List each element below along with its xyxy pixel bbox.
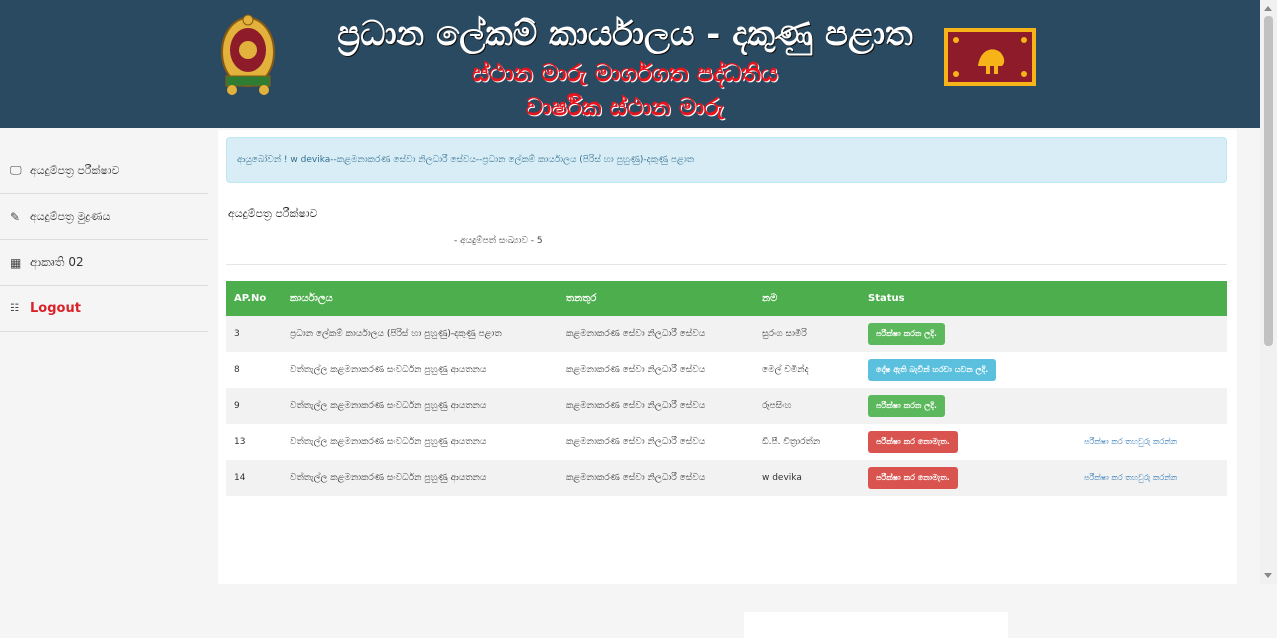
- cell-post: කළමනාකරණ සේවා නිලධාරී සේවය: [558, 424, 754, 460]
- sidebar-item-form-02[interactable]: ▦ ආකෘති 02: [0, 240, 208, 286]
- sidebar: 🖵 අයදුම්පත්‍ර පරීක්ෂාව ✎ අයදුම්පත්‍ර මුද…: [0, 148, 208, 332]
- sidebar-item-label: අයදුම්පත්‍ර පරීක්ෂාව: [30, 163, 120, 177]
- main-content: ආයුබෝවන් ! w devika--කළමනාකරණ සේවා නිලධා…: [218, 130, 1237, 638]
- cell-action: [1076, 352, 1227, 388]
- applications-table: AP.No කාර්යාලය තනතුර නම Status 3 ප්‍රධාන…: [226, 281, 1227, 496]
- transfer-type-title: වාර්ෂික ස්ථාන මාරු: [525, 92, 725, 121]
- logout-label: Logout: [30, 301, 81, 316]
- table-header-row: AP.No කාර්යාලය තනතුර නම Status: [226, 281, 1227, 316]
- scroll-down-icon[interactable]: [1264, 573, 1272, 578]
- column-header-office: කාර්යාලය: [282, 281, 558, 316]
- cell-name: ඩී.පී. චිත්‍රාරත්න: [754, 424, 860, 460]
- cell-ap-no: 13: [226, 424, 282, 460]
- status-not-checked-button[interactable]: පරීක්ෂා කර නොමැත.: [868, 467, 958, 489]
- cell-ap-no: 3: [226, 316, 282, 352]
- verify-link[interactable]: පරීක්ෂා කර තහවුරු කරන්න: [1084, 473, 1177, 482]
- cell-action: පරීක්ෂා කර තහවුරු කරන්න: [1076, 424, 1227, 460]
- scrollbar-thumb[interactable]: [1264, 16, 1273, 346]
- cell-status: පරීක්ෂා කරන ලදි.: [860, 316, 1076, 352]
- cell-post: කළමනාකරණ සේවා නිලධාරී සේවය: [558, 352, 754, 388]
- grid-icon: ☷: [10, 303, 19, 314]
- cell-office: වත්තැල්ල කළමනාකරණ සංවර්ධන පුහුණු ආයතනය: [282, 460, 558, 496]
- column-header-name: නම: [754, 281, 860, 316]
- column-header-post: තනතුර: [558, 281, 754, 316]
- cell-action: [1076, 388, 1227, 424]
- edit-icon: ✎: [10, 209, 21, 224]
- cell-post: කළමනාකරණ සේවා නිලධාරී සේවය: [558, 388, 754, 424]
- cell-name: මෙල් චමින්ද: [754, 352, 860, 388]
- section-title: අයදුම්පත්‍ර පරීක්ෂාව: [228, 207, 318, 220]
- scroll-up-icon[interactable]: [1264, 6, 1272, 11]
- table-row: 3 ප්‍රධාන ලේකම් කාර්යාලය (පිරිස් හා පුහු…: [226, 316, 1227, 352]
- sidebar-item-label: අයදුම්පත්‍ර මුද්‍රණය: [30, 209, 111, 223]
- column-header-ap-no: AP.No: [226, 281, 282, 316]
- welcome-text: ආයුබෝවන් ! w devika--කළමනාකරණ සේවා නිලධා…: [237, 155, 695, 165]
- page-title: ප්‍රධාන ලේකම් කාර්යාලය - දකුණු පළාත: [337, 14, 913, 54]
- divider: [226, 264, 1227, 265]
- sri-lanka-flag-icon: [944, 28, 1036, 86]
- table-row: 14 වත්තැල්ල කළමනාකරණ සංවර්ධන පුහුණු ආයතන…: [226, 460, 1227, 496]
- application-count: - අයදුම්පත් සංඛ්‍යාව - 5: [454, 236, 543, 246]
- verify-link[interactable]: පරීක්ෂා කර තහවුරු කරන්න: [1084, 437, 1177, 446]
- cell-ap-no: 9: [226, 388, 282, 424]
- cell-status: පරීක්ෂා කර නොමැත.: [860, 424, 1076, 460]
- cell-post: කළමනාකරණ සේවා නිලධාරී සේවය: [558, 316, 754, 352]
- cell-action: පරීක්ෂා කර තහවුරු කරන්න: [1076, 460, 1227, 496]
- column-header-action: [1076, 281, 1227, 316]
- sri-lanka-emblem-icon: [221, 14, 275, 95]
- cell-office: වත්තැල්ල කළමනාකරණ සංවර්ධන පුහුණු ආයතනය: [282, 424, 558, 460]
- cell-ap-no: 14: [226, 460, 282, 496]
- welcome-alert: ආයුබෝවන් ! w devika--කළමනාකරණ සේවා නිලධා…: [226, 137, 1227, 183]
- cell-name: රූපසිංහ: [754, 388, 860, 424]
- status-checked-button[interactable]: පරීක්ෂා කරන ලදි.: [868, 395, 945, 417]
- cell-office: වත්තැල්ල කළමනාකරණ සංවර්ධන පුහුණු ආයතනය: [282, 352, 558, 388]
- sidebar-item-logout[interactable]: ☷ Logout: [0, 286, 208, 332]
- cell-office: වත්තැල්ල කළමනාකරණ සංවර්ධන පුහුණු ආයතනය: [282, 388, 558, 424]
- cell-name: සුරංග සාමිරි: [754, 316, 860, 352]
- cell-action: [1076, 316, 1227, 352]
- sidebar-item-application-review[interactable]: 🖵 අයදුම්පත්‍ර පරීක්ෂාව: [0, 148, 208, 194]
- status-checked-button[interactable]: පරීක්ෂා කරන ලදි.: [868, 323, 945, 345]
- monitor-icon: 🖵: [10, 163, 22, 177]
- redaction-overlay: [744, 612, 1008, 638]
- vertical-scrollbar[interactable]: [1260, 0, 1277, 584]
- cell-status: දෝෂ ඇති බැවින් හරවා යවන ලදි.: [860, 352, 1076, 388]
- status-returned-button[interactable]: දෝෂ ඇති බැවින් හරවා යවන ලදි.: [868, 359, 997, 381]
- system-subtitle: ස්ථාන මාරු මාර්ගගත පද්ධතිය: [471, 58, 779, 87]
- cell-status: පරීක්ෂා කරන ලදි.: [860, 388, 1076, 424]
- sidebar-item-label: ආකෘති 02: [30, 255, 84, 269]
- cell-name: w devika: [754, 460, 860, 496]
- column-header-status: Status: [860, 281, 1076, 316]
- cell-post: කළමනාකරණ සේවා නිලධාරී සේවය: [558, 460, 754, 496]
- cell-office: ප්‍රධාන ලේකම් කාර්යාලය (පිරිස් හා පුහුණු…: [282, 316, 558, 352]
- status-not-checked-button[interactable]: පරීක්ෂා කර නොමැත.: [868, 431, 958, 453]
- cell-status: පරීක්ෂා කර නොමැත.: [860, 460, 1076, 496]
- table-icon: ▦: [10, 255, 22, 270]
- table-row: 9 වත්තැල්ල කළමනාකරණ සංවර්ධන පුහුණු ආයතනය…: [226, 388, 1227, 424]
- table-row: 13 වත්තැල්ල කළමනාකරණ සංවර්ධන පුහුණු ආයතන…: [226, 424, 1227, 460]
- sidebar-item-application-print[interactable]: ✎ අයදුම්පත්‍ර මුද්‍රණය: [0, 194, 208, 240]
- table-row: 8 වත්තැල්ල කළමනාකරණ සංවර්ධන පුහුණු ආයතනය…: [226, 352, 1227, 388]
- page-header: ප්‍රධාන ලේකම් කාර්යාලය - දකුණු පළාත ස්ථා…: [0, 0, 1260, 128]
- cell-ap-no: 8: [226, 352, 282, 388]
